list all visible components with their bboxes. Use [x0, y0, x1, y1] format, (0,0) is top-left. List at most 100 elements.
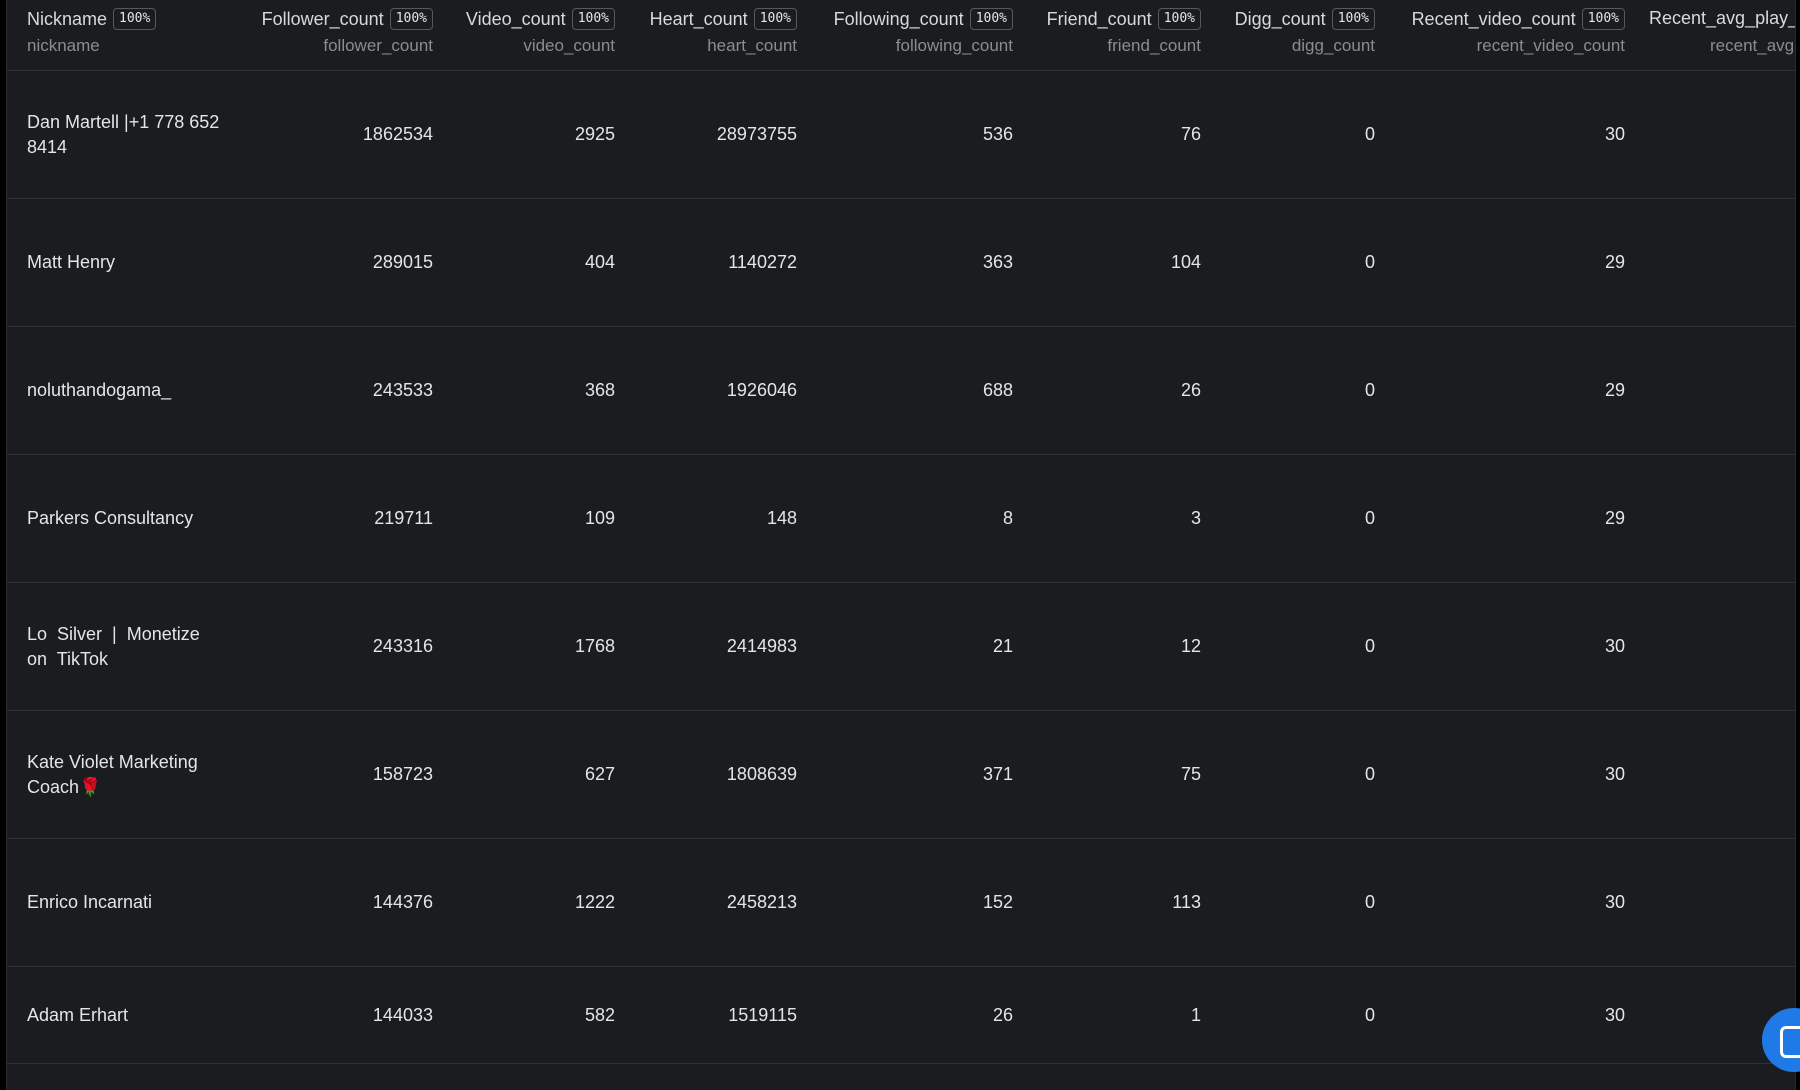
cell-video-count: 1222	[574, 892, 615, 912]
cell-video-count: 2925	[574, 124, 615, 144]
cell-digg-count: 0	[1364, 252, 1375, 272]
column-header-recent-video-count[interactable]: Recent_video_count 100% recent_video_cou…	[1375, 0, 1625, 70]
column-header-friend-count[interactable]: Friend_count 100% friend_count	[1013, 0, 1201, 70]
chat-icon	[1780, 1026, 1800, 1058]
nickname-line: Parkers Consultancy	[27, 508, 194, 528]
cell-heart-count: 1519115	[728, 1004, 797, 1025]
completeness-badge: 100%	[1157, 8, 1201, 30]
cell-nickname: Kate Violet Marketing Coach🌹	[27, 711, 227, 838]
table-row[interactable]: Lo Silver | Monetize on TikTok 243316 1768 2…	[7, 583, 1795, 711]
cell-recent-video-count: 30	[1604, 764, 1625, 784]
cell-recent-video-count: 29	[1604, 508, 1625, 528]
column-field-name: friend_count	[1107, 36, 1201, 55]
column-header-follower-count[interactable]: Follower_count 100% follower_count	[237, 0, 433, 70]
cell-follower-count: 243533	[372, 380, 433, 400]
cell-follower-count: 1862534	[362, 124, 433, 144]
column-title: Video_count	[465, 8, 566, 29]
cell-recent-video-count: 30	[1604, 892, 1625, 912]
completeness-badge: 100%	[969, 8, 1013, 30]
cell-video-count: 368	[584, 380, 615, 400]
nickname-line: Coach🌹	[27, 776, 102, 797]
completeness-badge: 100%	[389, 8, 433, 30]
cell-video-count: 109	[584, 508, 615, 528]
cell-friend-count: 76	[1180, 124, 1201, 144]
cell-follower-count: 289015	[372, 252, 433, 272]
cell-nickname: Enrico Incarnati	[27, 839, 227, 966]
table-row[interactable]: noluthandogama_ 243533 368 1926046 688 26 0 29	[7, 327, 1795, 455]
cell-heart-count: 1808639	[726, 764, 797, 784]
column-field-name: video_count	[523, 36, 615, 55]
column-field-name: nickname	[27, 36, 100, 55]
column-field-name: recent_video_count	[1476, 36, 1625, 55]
column-title: Follower_count	[261, 8, 384, 29]
cell-follower-count: 219711	[374, 508, 433, 528]
column-header-recent-avg-play[interactable]: Recent_avg_play_ recent_avg	[1625, 0, 1795, 70]
column-field-name: recent_avg	[1710, 36, 1795, 55]
cell-digg-count: 0	[1364, 380, 1375, 400]
table-row[interactable]: Parkers Consultancy 219711 109 148 8 3 0 29	[7, 455, 1795, 583]
cell-friend-count: 3	[1190, 508, 1201, 528]
cell-digg-count: 0	[1364, 508, 1375, 528]
cell-heart-count: 1926046	[726, 380, 797, 400]
cell-digg-count: 0	[1364, 1004, 1375, 1025]
cell-video-count: 1768	[574, 636, 615, 656]
cell-nickname: Lo Silver | Monetize on TikTok	[27, 583, 227, 710]
table-row[interactable]: Adam Erhart 144033 582 1519115 26 1 0 30	[7, 967, 1795, 1064]
nickname-line: 8414	[27, 136, 68, 157]
cell-nickname: Adam Erhart	[27, 967, 227, 1063]
cell-following-count: 21	[992, 636, 1013, 656]
cell-following-count: 371	[982, 764, 1013, 784]
cell-digg-count: 0	[1364, 124, 1375, 144]
cell-video-count: 627	[584, 764, 615, 784]
column-field-name: follower_count	[323, 36, 433, 55]
app-viewport: Nickname 100% nickname Follower_count 10…	[0, 0, 1800, 1090]
column-header-digg-count[interactable]: Digg_count 100% digg_count	[1201, 0, 1375, 70]
cell-follower-count: 243316	[372, 636, 433, 656]
completeness-badge: 100%	[571, 8, 615, 30]
cell-following-count: 8	[1002, 508, 1013, 528]
nickname-line: Enrico Incarnati	[27, 892, 153, 912]
cell-heart-count: 1140272	[728, 252, 797, 272]
cell-video-count: 582	[584, 1004, 615, 1025]
nickname-line: Lo Silver | Monetize	[27, 623, 200, 644]
completeness-badge: 100%	[1331, 8, 1375, 30]
completeness-badge: 100%	[1581, 8, 1625, 30]
cell-digg-count: 0	[1364, 764, 1375, 784]
column-header-nickname[interactable]: Nickname 100% nickname	[7, 0, 237, 70]
column-title: Nickname	[27, 8, 108, 29]
nickname-line: Dan Martell |+1 778 652	[27, 111, 220, 132]
cell-friend-count: 75	[1180, 764, 1201, 784]
cell-heart-count: 2414983	[726, 636, 797, 656]
cell-following-count: 363	[982, 252, 1013, 272]
nickname-line: Matt Henry	[27, 252, 116, 272]
cell-digg-count: 0	[1364, 636, 1375, 656]
cell-video-count: 404	[584, 252, 615, 272]
completeness-badge: 100%	[753, 8, 797, 30]
cell-heart-count: 148	[766, 508, 797, 528]
cell-following-count: 26	[992, 1004, 1013, 1025]
column-title: Recent_video_count	[1411, 8, 1576, 29]
cell-digg-count: 0	[1364, 892, 1375, 912]
cell-heart-count: 2458213	[726, 892, 797, 912]
table-row[interactable]: Kate Violet Marketing Coach🌹 158723 627 1808…	[7, 711, 1795, 839]
cell-heart-count: 28973755	[716, 124, 797, 144]
table-row[interactable]: Dan Martell |+1 778 652 8414 1862534 2925 28…	[7, 71, 1795, 199]
cell-nickname: Parkers Consultancy	[27, 455, 227, 582]
cell-friend-count: 104	[1170, 252, 1201, 272]
data-table: Nickname 100% nickname Follower_count 10…	[6, 0, 1796, 1090]
table-row[interactable]: Matt Henry 289015 404 1140272 363 104 0 29	[7, 199, 1795, 327]
nickname-line: noluthandogama_	[27, 380, 172, 400]
nickname-line: Kate Violet Marketing	[27, 751, 198, 772]
column-header-video-count[interactable]: Video_count 100% video_count	[433, 0, 615, 70]
column-title: Digg_count	[1234, 8, 1326, 29]
cell-recent-video-count: 30	[1604, 1004, 1625, 1025]
table-row[interactable]: Enrico Incarnati 144376 1222 2458213 152 113 0…	[7, 839, 1795, 967]
cell-nickname: Dan Martell |+1 778 652 8414	[27, 71, 227, 198]
cell-following-count: 536	[982, 124, 1013, 144]
column-header-following-count[interactable]: Following_count 100% following_count	[797, 0, 1013, 70]
column-header-heart-count[interactable]: Heart_count 100% heart_count	[615, 0, 797, 70]
column-title: Heart_count	[649, 8, 748, 29]
cell-recent-video-count: 30	[1604, 636, 1625, 656]
table-header: Nickname 100% nickname Follower_count 10…	[7, 0, 1795, 71]
cell-following-count: 688	[982, 380, 1013, 400]
